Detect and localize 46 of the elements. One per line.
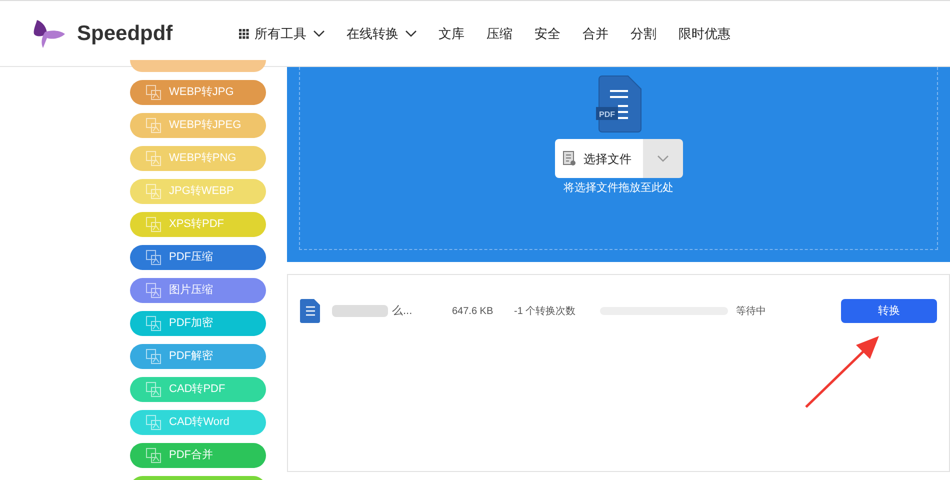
sidebar-tool-button[interactable]: PDF解密 xyxy=(130,344,266,369)
image-file-icon xyxy=(146,85,161,100)
image-file-icon xyxy=(146,283,161,298)
sidebar-tool-button[interactable]: WEBP转JPG xyxy=(130,80,266,105)
doc-file-icon xyxy=(300,299,320,323)
conversion-count: -1 个转换次数 xyxy=(514,304,577,318)
nav-link[interactable]: 分割 xyxy=(630,24,657,44)
image-file-icon xyxy=(146,349,161,364)
convert-button[interactable]: 转换 xyxy=(841,299,937,323)
image-file-icon xyxy=(146,448,161,463)
drop-hint: 将选择文件拖放至此处 xyxy=(564,180,674,196)
sidebar-tool-button[interactable]: 图片压缩 xyxy=(130,278,266,303)
butterfly-logo-icon xyxy=(33,18,67,50)
file-size: 647.6 KB xyxy=(452,304,494,318)
nav-link[interactable]: 文库 xyxy=(438,24,465,44)
nav-link[interactable]: 合并 xyxy=(582,24,609,44)
chevron-down-icon xyxy=(656,154,668,162)
sidebar-tool-button[interactable]: PDF合并 xyxy=(130,443,266,468)
image-file-icon xyxy=(146,184,161,199)
image-file-icon xyxy=(146,217,161,232)
choose-file-button[interactable]: 选择文件 xyxy=(554,139,642,178)
image-file-icon xyxy=(146,151,161,166)
upload-area[interactable]: PDF 选择文件 将选择文件拖放至此处 xyxy=(287,67,950,262)
image-file-icon xyxy=(146,415,161,430)
sidebar-tool-button[interactable]: PDF加密 xyxy=(130,311,266,336)
chevron-down-icon xyxy=(312,30,325,38)
dropdown-button[interactable] xyxy=(642,139,682,178)
sidebar-tool-button[interactable]: PDF压缩 xyxy=(130,245,266,270)
image-file-icon xyxy=(146,382,161,397)
document-icon xyxy=(562,151,576,166)
sidebar-pill[interactable] xyxy=(130,60,266,72)
blurred-filename xyxy=(332,305,388,317)
nav-link[interactable]: 压缩 xyxy=(486,24,513,44)
image-file-icon xyxy=(146,250,161,265)
logo-text: Speedpdf xyxy=(77,20,173,47)
pdf-file-icon: PDF xyxy=(596,75,642,133)
file-name: 么... xyxy=(392,304,414,319)
nav-link[interactable]: 安全 xyxy=(534,24,561,44)
status-text: 等待中 xyxy=(736,304,766,318)
nav-menu[interactable]: 所有工具 xyxy=(238,24,325,44)
image-file-icon xyxy=(146,118,161,133)
image-file-icon xyxy=(146,316,161,331)
nav-menu[interactable]: 在线转换 xyxy=(346,24,417,44)
nav-link[interactable]: 限时优惠 xyxy=(678,24,731,44)
chevron-down-icon xyxy=(404,30,417,38)
grid-icon xyxy=(238,28,249,38)
